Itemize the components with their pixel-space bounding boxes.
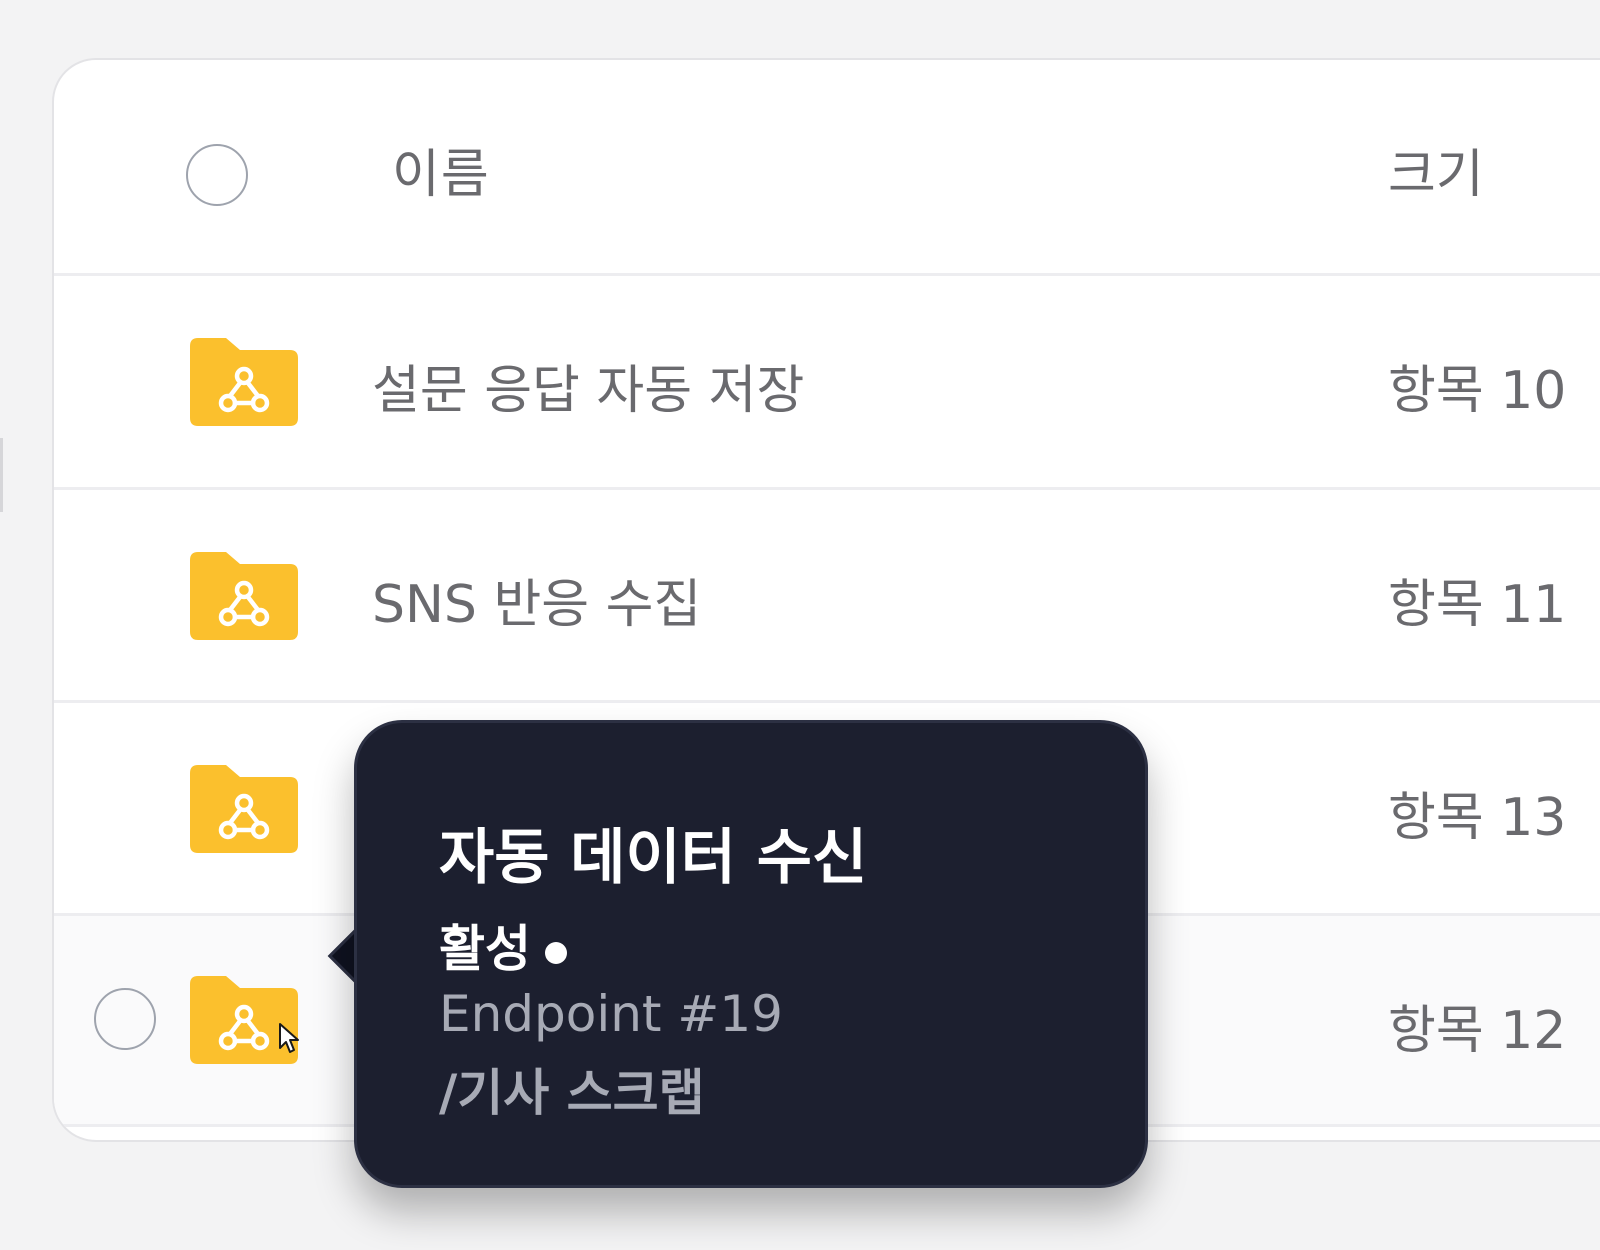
row-size: 항목 10 [1388, 361, 1567, 421]
side-scroll-indicator [0, 438, 3, 512]
webhook-folder-icon [190, 338, 298, 426]
tooltip-title: 자동 데이터 수신 [439, 823, 868, 893]
webhook-tooltip: 자동 데이터 수신 활성 Endpoint #19 /기사 스크랩 [354, 720, 1148, 1188]
select-all-radio[interactable] [186, 144, 248, 206]
row-name: 설문 응답 자동 저장 [372, 361, 805, 421]
column-header-name[interactable]: 이름 [392, 132, 490, 207]
row-size: 항목 12 [1388, 1001, 1567, 1061]
table-header: 이름 크기 [54, 60, 1600, 276]
table-row[interactable]: 설문 응답 자동 저장 항목 10 [54, 276, 1600, 490]
tooltip-path: /기사 스크랩 [439, 1064, 705, 1122]
table-row[interactable]: SNS 반응 수집 항목 11 [54, 490, 1600, 703]
status-dot-icon [545, 941, 567, 964]
tooltip-status: 활성 [439, 909, 567, 981]
row-name: SNS 반응 수집 [372, 575, 702, 635]
webhook-folder-icon [190, 765, 298, 853]
column-header-size[interactable]: 크기 [1388, 132, 1484, 207]
webhook-folder-icon [190, 552, 298, 640]
row-size: 항목 13 [1388, 788, 1567, 848]
row-size: 항목 11 [1388, 575, 1567, 635]
tooltip-endpoint: Endpoint #19 [439, 985, 783, 1043]
row-select-radio[interactable] [94, 988, 156, 1050]
tooltip-status-label: 활성 [439, 920, 531, 978]
mouse-pointer-icon [279, 1023, 299, 1053]
